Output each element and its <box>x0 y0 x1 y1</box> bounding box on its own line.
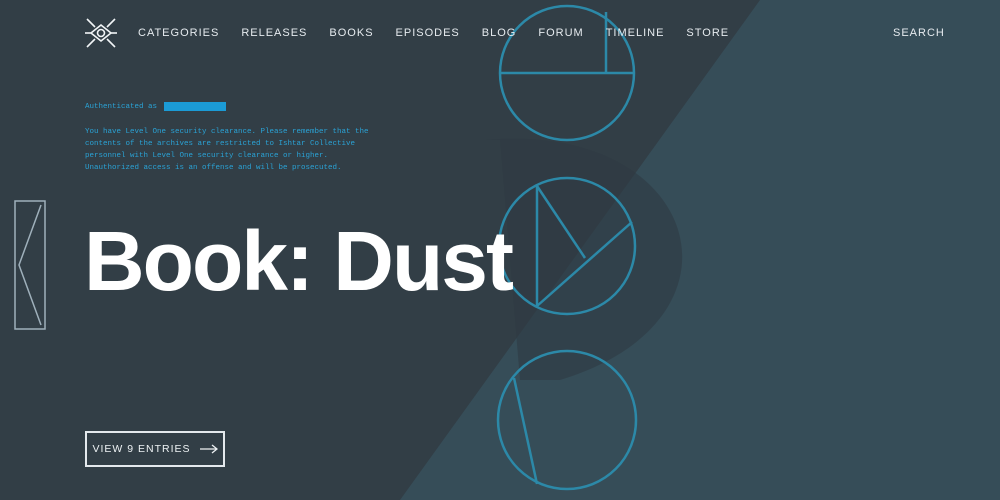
ishtar-collective-logo[interactable] <box>84 16 118 50</box>
search-link[interactable]: SEARCH <box>893 27 945 39</box>
auth-username-redacted <box>164 102 227 111</box>
arrow-right-icon <box>199 444 218 454</box>
glyph-circle-bottom <box>496 349 638 491</box>
notice-line: contents of the archives are restricted … <box>85 140 356 148</box>
security-notice: You have Level One security clearance. P… <box>85 126 415 174</box>
prev-arrow-icon[interactable] <box>14 200 46 330</box>
glyph-line <box>535 185 587 259</box>
nav-item-timeline[interactable]: TIMELINE <box>606 27 665 39</box>
view-entries-button[interactable]: VIEW 9 ENTRIES <box>85 431 225 467</box>
auth-label: Authenticated as <box>85 102 158 111</box>
notice-line: Unauthorized access is an offense and wi… <box>85 164 342 172</box>
notice-line: You have Level One security clearance. P… <box>85 128 369 136</box>
view-entries-label: VIEW 9 ENTRIES <box>92 443 191 455</box>
nav-item-store[interactable]: STORE <box>686 27 729 39</box>
auth-status: Authenticated as <box>85 102 227 111</box>
glyph-line <box>536 221 633 307</box>
main-nav: CATEGORIES RELEASES BOOKS EPISODES BLOG … <box>138 27 729 39</box>
nav-item-forum[interactable]: FORUM <box>538 27 583 39</box>
background-shape <box>485 138 683 380</box>
nav-item-categories[interactable]: CATEGORIES <box>138 27 219 39</box>
nav-item-releases[interactable]: RELEASES <box>241 27 307 39</box>
glyph-circle-middle <box>497 176 637 316</box>
notice-line: personnel with Level One security cleara… <box>85 152 329 160</box>
page-title: Book: Dust <box>84 214 514 308</box>
nav-item-books[interactable]: BOOKS <box>329 27 373 39</box>
glyph-circles <box>496 4 638 491</box>
nav-item-episodes[interactable]: EPISODES <box>396 27 460 39</box>
nav-item-blog[interactable]: BLOG <box>482 27 517 39</box>
glyph-line <box>512 377 539 485</box>
